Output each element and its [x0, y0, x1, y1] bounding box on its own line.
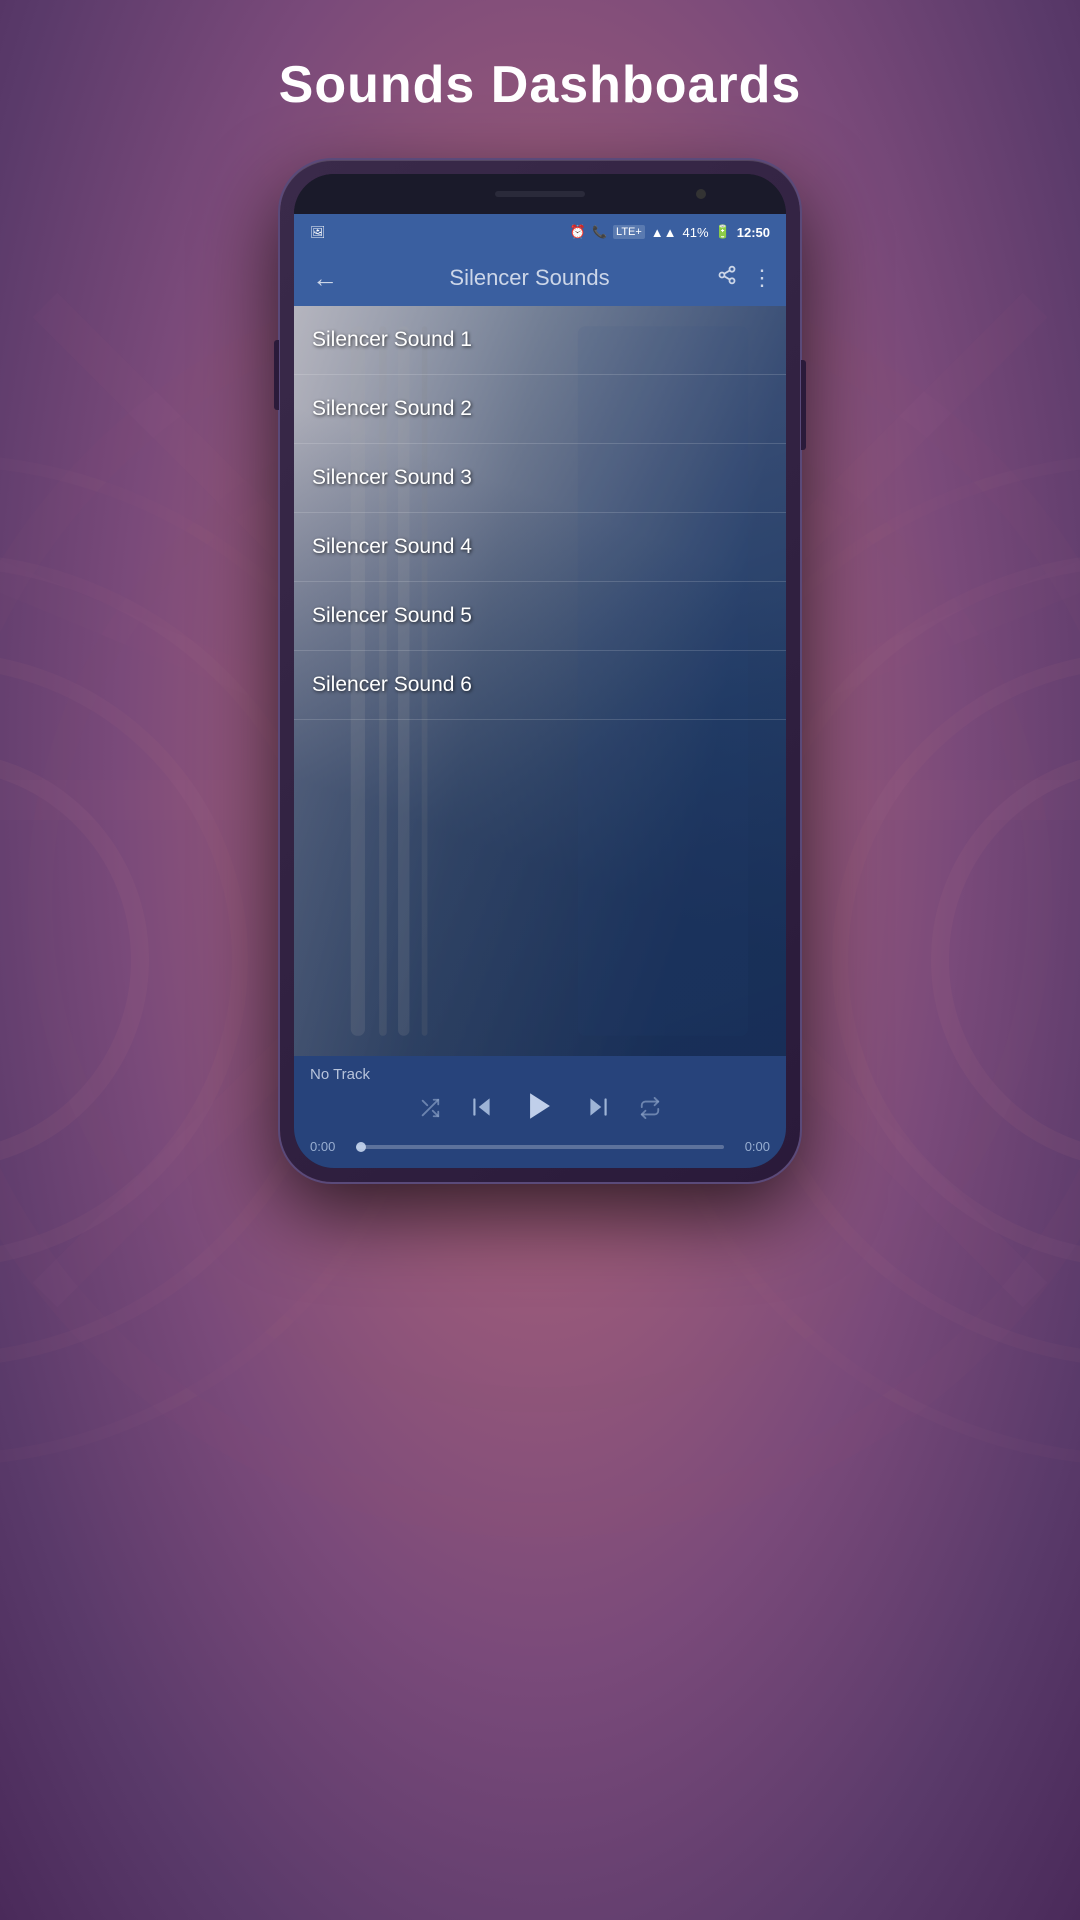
alarm-icon: ⏰	[570, 224, 586, 240]
clock: 12:50	[737, 225, 770, 240]
lte-badge: LTE+	[613, 225, 645, 239]
status-left: 🖼	[310, 225, 325, 239]
sound-item-2[interactable]: Silencer Sound 2	[294, 375, 786, 444]
app-header: ← Silencer Sounds ⋮	[294, 250, 786, 306]
previous-button[interactable]	[469, 1094, 495, 1127]
battery-percent: 41%	[683, 225, 709, 240]
progress-bar[interactable]	[356, 1145, 724, 1149]
phone-outer-shell: 🖼 ⏰ 📞 LTE+ ▲▲ 41% 🔋 12:50 ← Silencer Sou…	[280, 160, 800, 1182]
sound-item-4[interactable]: Silencer Sound 4	[294, 513, 786, 582]
notification-icon: 🖼	[310, 225, 325, 239]
speaker-grille	[495, 191, 585, 197]
play-button[interactable]	[523, 1089, 557, 1131]
front-camera	[696, 189, 706, 199]
app-header-title: Silencer Sounds	[352, 265, 707, 291]
next-button[interactable]	[585, 1094, 611, 1127]
player-time-row: 0:00 0:00	[310, 1139, 770, 1154]
no-track-label: No Track	[310, 1066, 770, 1083]
sound-item-1[interactable]: Silencer Sound 1	[294, 306, 786, 375]
shuffle-button[interactable]	[419, 1097, 441, 1124]
sound-item-6[interactable]: Silencer Sound 6	[294, 651, 786, 720]
media-player-bar: No Track	[294, 1056, 786, 1168]
time-end: 0:00	[734, 1139, 770, 1154]
call-icon: 📞	[592, 225, 607, 239]
phone-device: 🖼 ⏰ 📞 LTE+ ▲▲ 41% 🔋 12:50 ← Silencer Sou…	[280, 160, 800, 1182]
player-controls	[310, 1089, 770, 1131]
page-title: Sounds Dashboards	[0, 55, 1080, 115]
time-start: 0:00	[310, 1139, 346, 1154]
phone-screen: 🖼 ⏰ 📞 LTE+ ▲▲ 41% 🔋 12:50 ← Silencer Sou…	[294, 174, 786, 1168]
more-menu-button[interactable]: ⋮	[751, 265, 772, 291]
signal-bars: ▲▲	[651, 225, 677, 240]
share-button[interactable]	[717, 265, 737, 291]
progress-thumb[interactable]	[356, 1142, 366, 1152]
sound-item-3[interactable]: Silencer Sound 3	[294, 444, 786, 513]
header-action-icons: ⋮	[717, 265, 772, 291]
sound-list-area: Silencer Sound 1 Silencer Sound 2 Silenc…	[294, 306, 786, 1056]
status-bar: 🖼 ⏰ 📞 LTE+ ▲▲ 41% 🔋 12:50	[294, 214, 786, 250]
phone-notch	[294, 174, 786, 214]
repeat-button[interactable]	[639, 1097, 661, 1124]
back-button[interactable]: ←	[308, 259, 342, 298]
battery-icon: 🔋	[715, 224, 731, 240]
status-right: ⏰ 📞 LTE+ ▲▲ 41% 🔋 12:50	[570, 224, 770, 240]
sound-item-5[interactable]: Silencer Sound 5	[294, 582, 786, 651]
